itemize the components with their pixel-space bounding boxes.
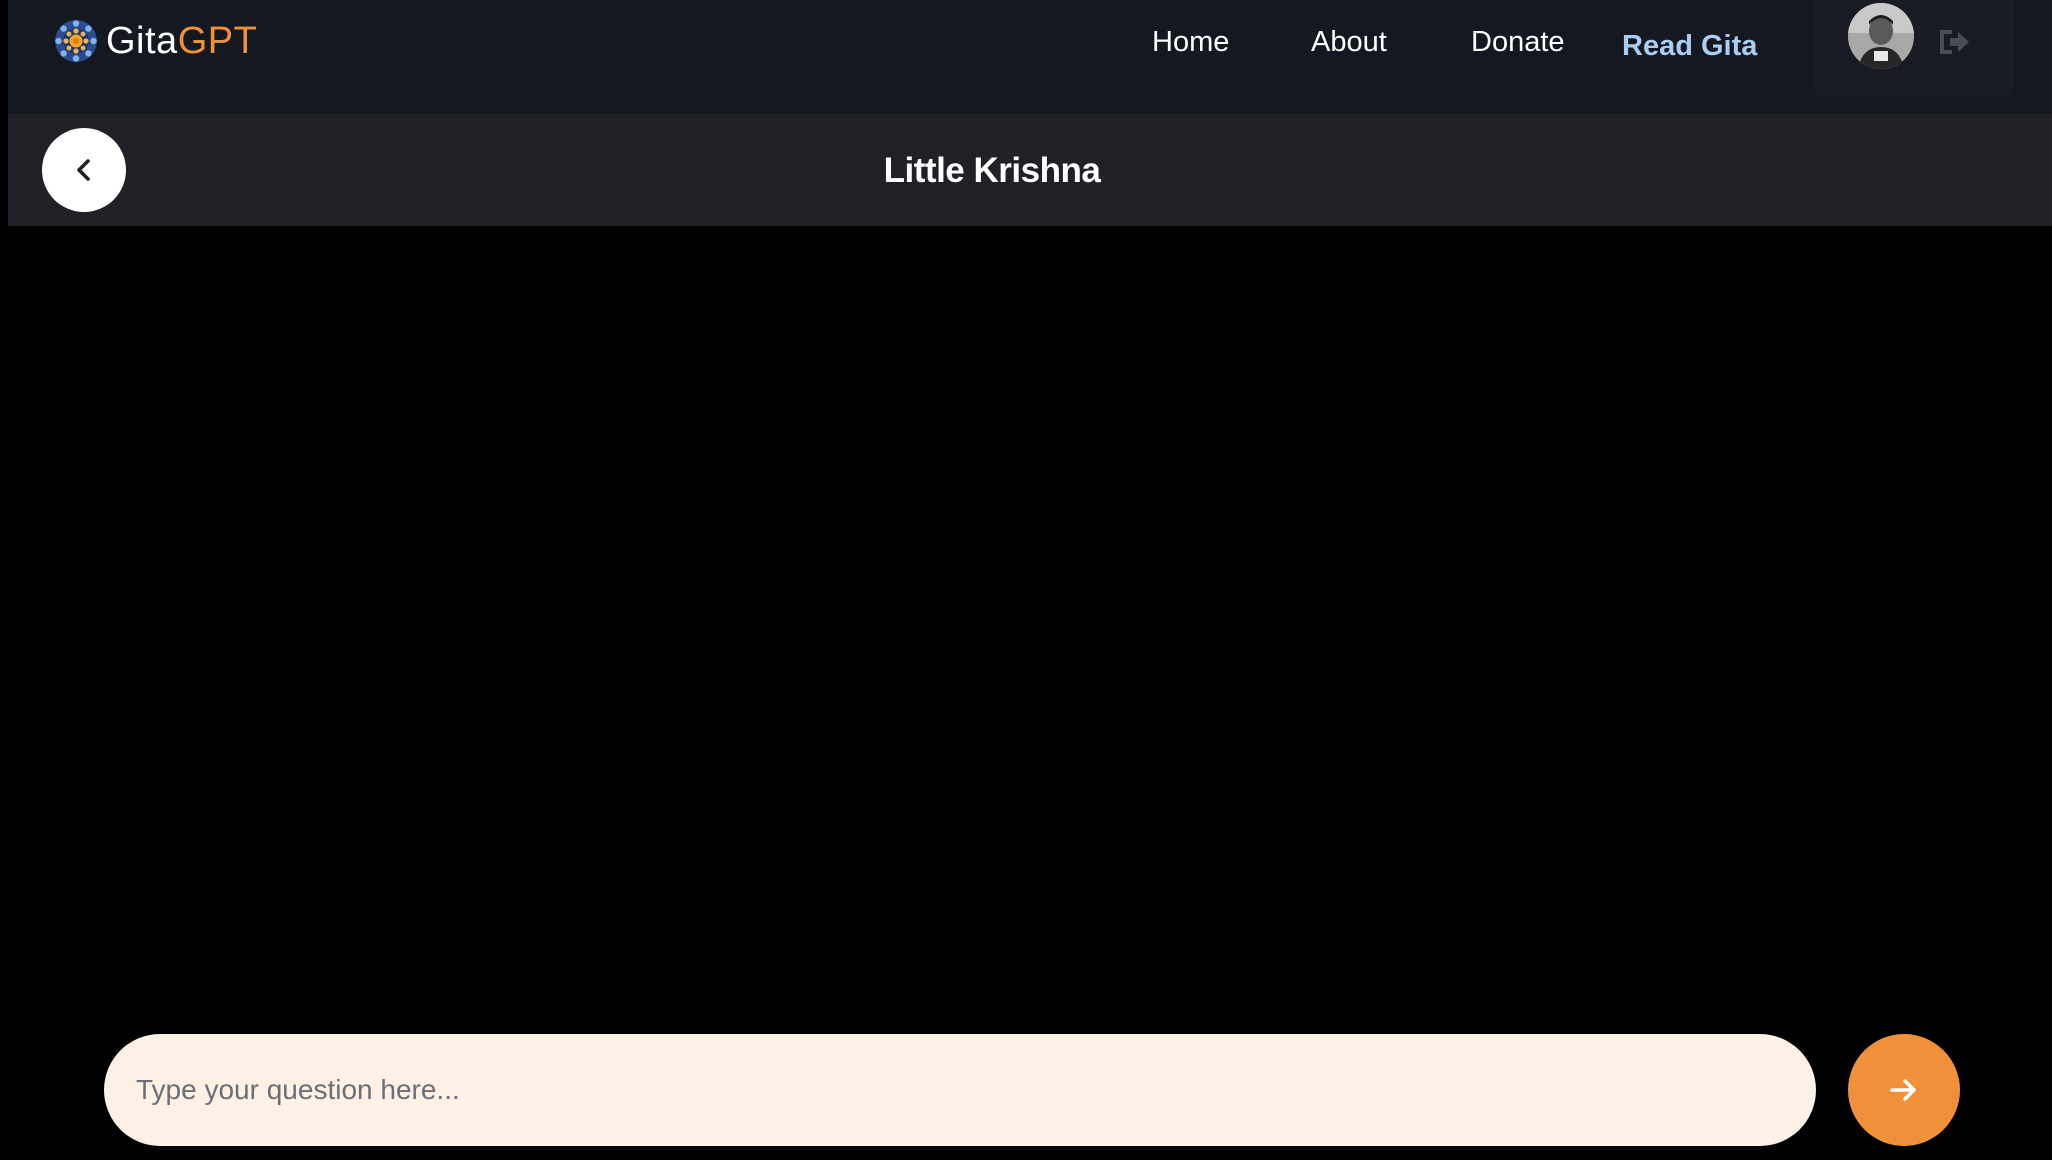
nav-home-link[interactable]: Home [1152,22,1229,62]
brand-name-gita: Gita [106,20,178,62]
arrow-right-icon [1890,1079,1916,1101]
brand-logo-link[interactable]: GitaGPT [54,16,257,66]
user-area [1814,0,2014,96]
brand-name-gpt: GPT [177,20,258,62]
nav-about-link[interactable]: About [1311,22,1387,62]
user-avatar[interactable] [1848,3,1914,69]
nav-read-gita-link[interactable]: Read Gita [1622,26,1757,66]
chat-title-container: Little Krishna [0,114,2052,226]
brand-name: GitaGPT [106,22,257,60]
messages-area [0,226,2052,1026]
avatar-image [1848,3,1914,69]
chat-title: Little Krishna [883,151,1101,190]
logout-icon[interactable] [1936,26,1972,58]
app-root: GitaGPT Home About Donate Read Gita Litt… [0,0,2052,1160]
question-input-wrapper [104,1034,1816,1146]
nav-donate-link[interactable]: Donate [1471,22,1565,62]
mandala-logo-icon [55,20,97,62]
question-input[interactable] [104,1034,1816,1146]
chat-header: Little Krishna [8,114,2052,226]
send-button[interactable] [1848,1034,1960,1146]
top-navbar: GitaGPT Home About Donate Read Gita [8,0,2052,114]
